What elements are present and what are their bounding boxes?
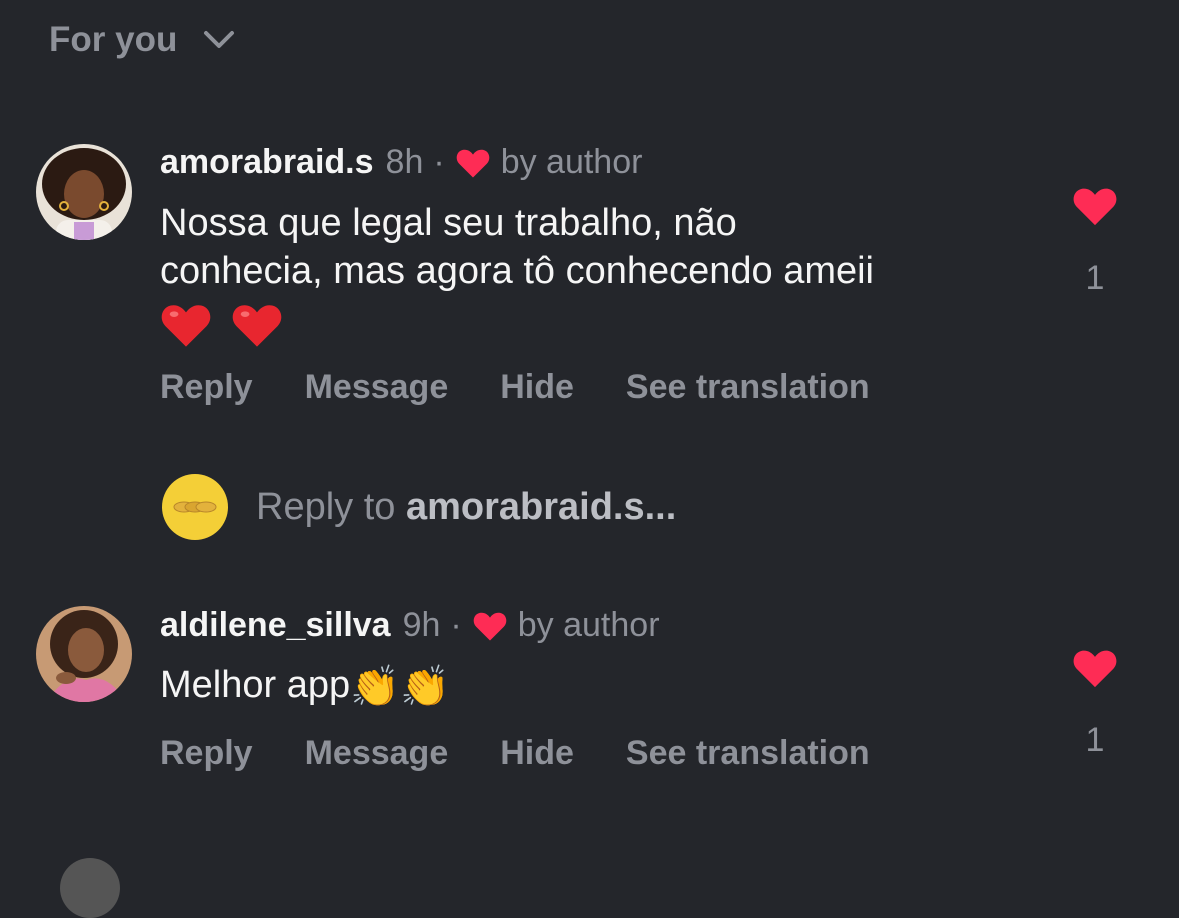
avatar[interactable] bbox=[36, 144, 132, 240]
heart-icon bbox=[1073, 188, 1117, 226]
avatar[interactable] bbox=[36, 606, 132, 702]
clapping-hands-emoji-icon: 👏 bbox=[350, 663, 400, 710]
comment-meta: aldilene_sillva 9h · by author bbox=[160, 606, 660, 645]
like-count: 1 bbox=[1085, 721, 1105, 759]
reply-prefix: Reply to bbox=[256, 485, 406, 528]
comment-time: 9h bbox=[402, 606, 441, 644]
like-button[interactable]: 1 bbox=[1072, 185, 1118, 297]
see-translation-button[interactable]: See translation bbox=[626, 368, 870, 407]
red-heart-emoji-icon bbox=[232, 305, 281, 347]
separator: · bbox=[450, 606, 462, 644]
hide-button[interactable]: Hide bbox=[500, 368, 574, 407]
by-author-label: by author bbox=[500, 143, 643, 181]
comment-actions: Reply Message Hide See translation bbox=[160, 734, 870, 773]
heart-icon bbox=[1073, 650, 1117, 688]
comment-time: 8h bbox=[385, 143, 424, 181]
next-comment-avatar bbox=[60, 858, 120, 918]
sort-label: For you bbox=[49, 20, 178, 59]
sort-dropdown[interactable]: For you bbox=[49, 20, 235, 60]
comment-text-line: conhecia, mas agora tô conhecendo ameii bbox=[160, 250, 875, 292]
by-author-label: by author bbox=[517, 606, 660, 644]
comment-username[interactable]: amorabraid.s bbox=[160, 143, 374, 182]
clapping-hands-emoji-icon: 👏 bbox=[399, 663, 450, 710]
comment-actions: Reply Message Hide See translation bbox=[160, 368, 870, 407]
reply-input[interactable]: Reply to amorabraid.s... bbox=[162, 474, 676, 540]
current-user-avatar bbox=[162, 474, 228, 540]
like-button[interactable]: 1 bbox=[1072, 647, 1118, 759]
reply-button[interactable]: Reply bbox=[160, 734, 253, 773]
comment-text: Nossa que legal seu trabalho, não conhec… bbox=[160, 199, 1040, 349]
reply-button[interactable]: Reply bbox=[160, 368, 253, 407]
hide-button[interactable]: Hide bbox=[500, 734, 574, 773]
comment-text: Melhor app👏👏 bbox=[160, 661, 1040, 709]
chevron-down-icon bbox=[204, 31, 235, 48]
comment-text-line: Nossa que legal seu trabalho, não bbox=[160, 202, 737, 244]
separator: · bbox=[433, 143, 445, 181]
red-heart-emoji-icon bbox=[161, 305, 211, 347]
message-button[interactable]: Message bbox=[305, 734, 449, 773]
reply-target: amorabraid.s... bbox=[405, 485, 677, 528]
comment-text-line: Melhor app bbox=[160, 664, 351, 706]
author-liked-heart-icon bbox=[456, 149, 489, 178]
comment-meta: amorabraid.s 8h · by author bbox=[160, 143, 642, 182]
message-button[interactable]: Message bbox=[305, 368, 449, 407]
comment-username[interactable]: aldilene_sillva bbox=[160, 606, 391, 645]
author-liked-heart-icon bbox=[473, 612, 507, 641]
like-count: 1 bbox=[1085, 259, 1105, 297]
see-translation-button[interactable]: See translation bbox=[626, 734, 870, 773]
